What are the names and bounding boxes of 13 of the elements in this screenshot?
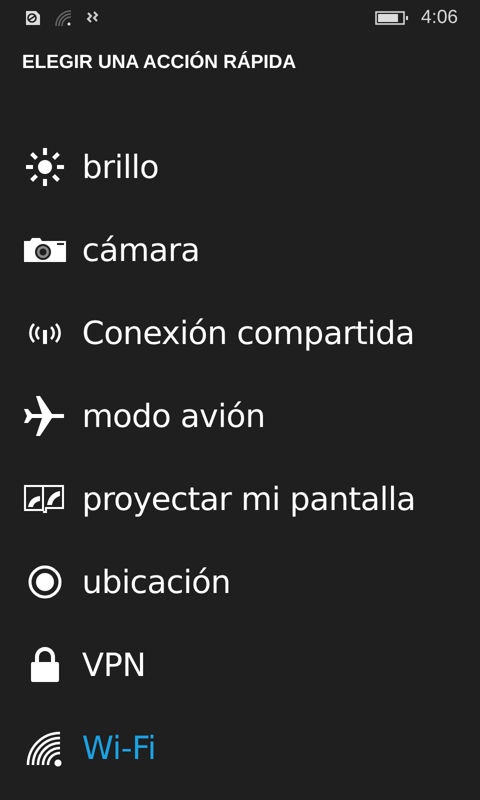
action-item[interactable]: cámara [0, 208, 480, 291]
action-item[interactable]: VPN [0, 623, 480, 706]
signal-icon [54, 9, 72, 27]
page-title: ELEGIR UNA ACCIÓN RÁPIDA [21, 50, 298, 75]
action-item[interactable]: ubicación [0, 540, 480, 623]
action-item[interactable]: brillo [0, 125, 480, 208]
action-item[interactable]: Wi-Fi [0, 706, 480, 789]
action-item[interactable]: proyectar mi pantalla [0, 457, 480, 540]
sim-icon [24, 9, 42, 27]
action-item[interactable]: Conexión compartida [0, 291, 480, 374]
battery-icon [375, 11, 410, 25]
action-item[interactable]: modo avión [0, 374, 480, 457]
clock-time: 4:06 [421, 7, 458, 29]
